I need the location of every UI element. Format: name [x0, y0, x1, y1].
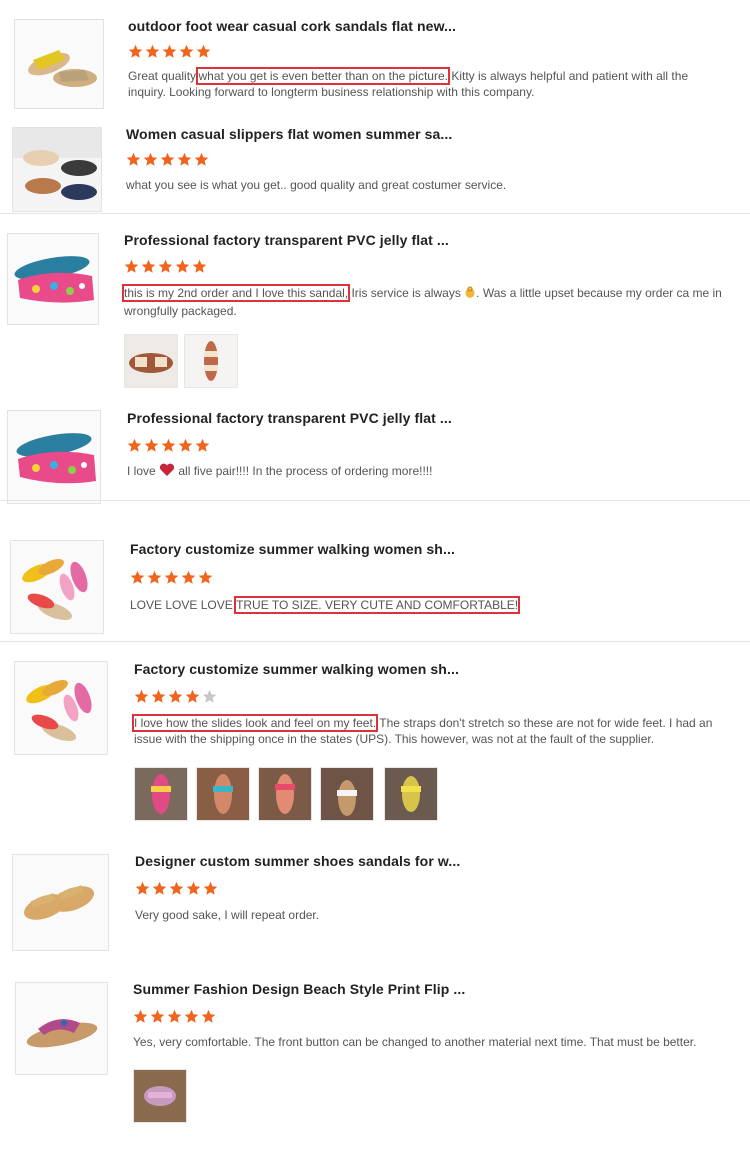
star-filled-icon [203, 881, 218, 896]
star-filled-icon [179, 44, 194, 59]
star-filled-icon [124, 259, 139, 274]
review-text-start: I love [127, 464, 160, 478]
rating-stars [128, 44, 213, 62]
highlighted-phrase: I love how the slides look and feel on m… [131, 714, 379, 732]
product-title[interactable]: Factory customize summer walking women s… [130, 541, 455, 557]
star-filled-icon [127, 438, 142, 453]
product-thumbnail[interactable] [7, 410, 101, 504]
rating-stars [135, 881, 220, 899]
star-filled-icon [168, 689, 183, 704]
star-filled-icon [133, 1009, 148, 1024]
review-text-rest: all five pair!!!! In the process of orde… [175, 464, 433, 478]
star-filled-icon [126, 152, 141, 167]
star-filled-icon [185, 689, 200, 704]
star-filled-icon [130, 570, 145, 585]
highlighted-phrase: TRUE TO SIZE. VERY CUTE AND COMFORTABLE! [234, 596, 521, 614]
product-thumbnail[interactable] [15, 982, 108, 1075]
product-title[interactable]: Women casual slippers flat women summer … [126, 126, 452, 142]
heart-icon [159, 463, 175, 481]
star-filled-icon [167, 1009, 182, 1024]
review-photo[interactable] [124, 334, 178, 388]
review-photo[interactable] [320, 767, 374, 821]
review-photo[interactable] [384, 767, 438, 821]
product-thumbnail[interactable] [12, 854, 109, 951]
review-text: what you see is what you get.. good qual… [126, 178, 507, 192]
star-filled-icon [178, 438, 193, 453]
highlighted-phrase: what you get is even better than on the … [196, 67, 450, 85]
review-text: I love all five pair!!!! In the process … [127, 463, 727, 481]
product-title[interactable]: Summer Fashion Design Beach Style Print … [133, 981, 465, 997]
rating-stars [134, 689, 219, 707]
product-title[interactable]: Professional factory transparent PVC jel… [127, 410, 452, 426]
star-filled-icon [145, 44, 160, 59]
rating-stars [133, 1009, 218, 1027]
star-filled-icon [177, 152, 192, 167]
review-photo[interactable] [258, 767, 312, 821]
star-filled-icon [192, 259, 207, 274]
star-filled-icon [158, 259, 173, 274]
section-divider [0, 213, 750, 214]
ok-hand-emoji-icon [464, 285, 476, 303]
star-filled-icon [141, 259, 156, 274]
product-title[interactable]: Designer custom summer shoes sandals for… [135, 853, 460, 869]
rating-stars [124, 259, 209, 277]
product-thumbnail[interactable] [7, 233, 99, 325]
star-filled-icon [160, 152, 175, 167]
review-text: Yes, very comfortable. The front button … [133, 1035, 697, 1049]
star-filled-icon [201, 1009, 216, 1024]
rating-stars [126, 152, 211, 170]
review-text: Great quality,what you get is even bette… [128, 67, 728, 100]
star-filled-icon [195, 438, 210, 453]
review-text-start: Great quality, [128, 69, 199, 83]
star-filled-icon [175, 259, 190, 274]
review-text: LOVE LOVE LOVE.TRUE TO SIZE. VERY CUTE A… [130, 596, 730, 614]
product-title[interactable]: Factory customize summer walking women s… [134, 661, 459, 677]
star-filled-icon [198, 570, 213, 585]
star-filled-icon [151, 689, 166, 704]
star-filled-icon [144, 438, 159, 453]
product-thumbnail[interactable] [14, 661, 108, 755]
star-filled-icon [186, 881, 201, 896]
star-filled-icon [184, 1009, 199, 1024]
star-filled-icon [196, 44, 211, 59]
product-thumbnail[interactable] [14, 19, 104, 109]
star-empty-icon [202, 689, 217, 704]
product-thumbnail[interactable] [12, 127, 102, 212]
review-text: Very good sake, I will repeat order. [135, 908, 320, 922]
review-text: I love how the slides look and feel on m… [131, 714, 740, 747]
star-filled-icon [143, 152, 158, 167]
product-thumbnail[interactable] [10, 540, 104, 634]
star-filled-icon [194, 152, 209, 167]
rating-stars [127, 438, 212, 456]
section-divider [0, 500, 750, 501]
review-photo[interactable] [134, 767, 188, 821]
product-title[interactable]: Professional factory transparent PVC jel… [124, 232, 449, 248]
star-filled-icon [169, 881, 184, 896]
review-text-rest: Iris service is always [348, 286, 465, 300]
highlighted-phrase: this is my 2nd order and I love this san… [121, 284, 351, 302]
star-filled-icon [128, 44, 143, 59]
star-filled-icon [135, 881, 150, 896]
star-filled-icon [152, 881, 167, 896]
star-filled-icon [134, 689, 149, 704]
star-filled-icon [150, 1009, 165, 1024]
section-divider [0, 641, 750, 642]
rating-stars [130, 570, 215, 588]
star-filled-icon [161, 438, 176, 453]
star-filled-icon [164, 570, 179, 585]
star-filled-icon [147, 570, 162, 585]
review-photo[interactable] [133, 1069, 187, 1123]
review-text-start: LOVE LOVE LOVE. [130, 598, 237, 612]
star-filled-icon [181, 570, 196, 585]
star-filled-icon [162, 44, 177, 59]
review-photo[interactable] [196, 767, 250, 821]
review-text: this is my 2nd order and I love this san… [121, 284, 724, 319]
product-title[interactable]: outdoor foot wear casual cork sandals fl… [128, 18, 456, 34]
review-photo[interactable] [184, 334, 238, 388]
